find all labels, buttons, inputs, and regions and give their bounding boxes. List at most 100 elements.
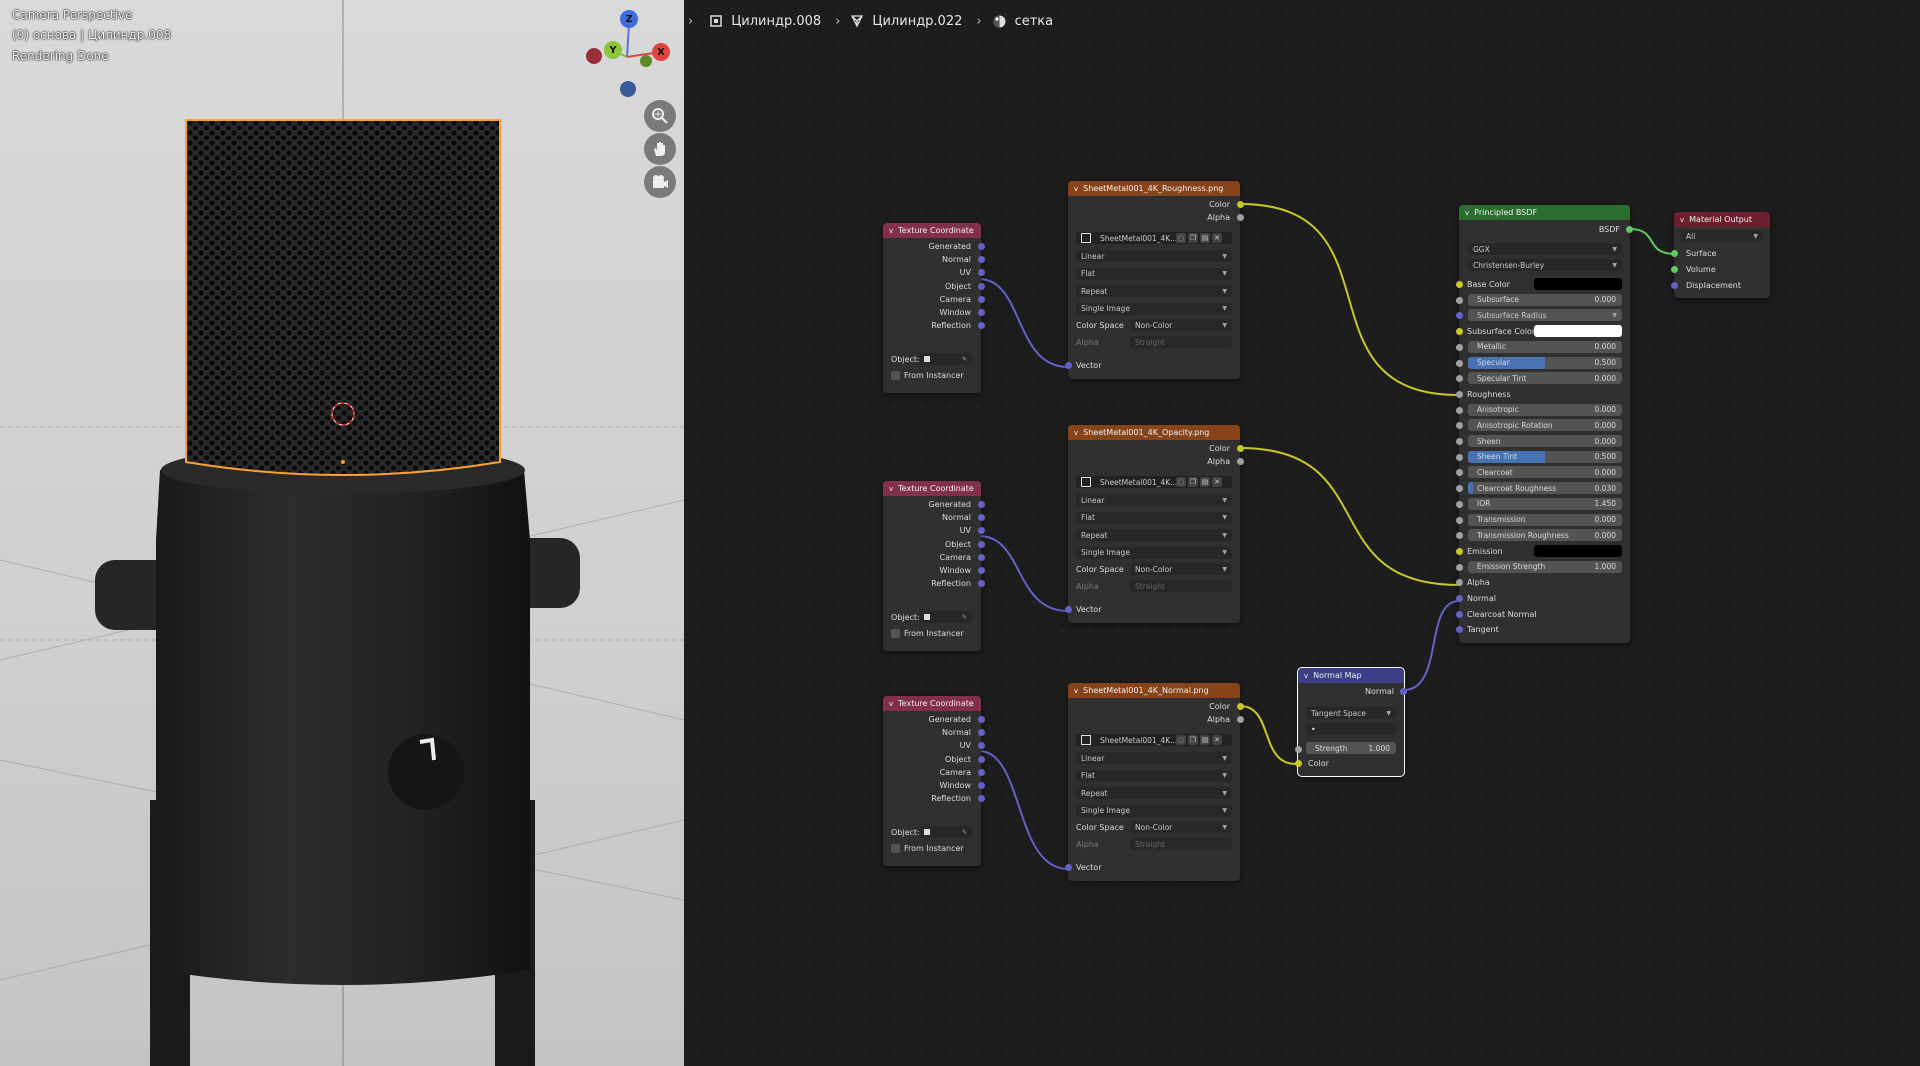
node-header[interactable]: v SheetMetal001_4K_Roughness.png [1068,181,1240,196]
output-socket[interactable] [978,795,985,803]
input-socket[interactable] [1456,485,1463,493]
input-socket[interactable] [1456,453,1463,461]
bsdf-slider[interactable]: Transmission 0.000 [1468,513,1622,526]
output-socket[interactable] [978,309,985,316]
subsurface-method-dropdown[interactable]: Christensen-Burley ▼ [1468,259,1622,271]
node-header[interactable]: v Texture Coordinate [883,696,981,711]
folder-icon[interactable]: ▤ [1200,233,1210,243]
uv-map-field[interactable]: • [1306,723,1396,735]
color-output-socket[interactable] [1237,703,1244,710]
node-header[interactable]: v Texture Coordinate [883,223,981,238]
chevron-down-icon[interactable]: v [1465,209,1469,217]
output-socket[interactable] [978,742,985,750]
output-socket[interactable] [978,540,985,548]
node-header[interactable]: v SheetMetal001_4K_Normal.png [1068,683,1240,698]
close-icon[interactable]: ✕ [1212,233,1222,243]
alpha-output-socket[interactable] [1237,458,1244,465]
texture-coordinate-node[interactable]: v Texture Coordinate Generated Normal UV Obje… [883,223,985,393]
emission-color-swatch[interactable] [1534,544,1622,557]
extension-dropdown[interactable]: Repeat ▼ [1076,787,1232,799]
subsurface-slider[interactable]: Subsurface 0.000 [1468,293,1622,306]
output-socket[interactable] [978,716,985,723]
surface-input-socket[interactable] [1671,250,1678,257]
chevron-down-icon[interactable]: v [1074,687,1078,695]
chevron-down-icon[interactable]: v [1074,429,1078,437]
bsdf-slider[interactable]: Anisotropic 0.000 [1468,403,1622,416]
color-input-socket[interactable] [1295,760,1302,767]
input-socket[interactable] [1456,422,1463,430]
zoom-icon[interactable] [644,100,676,132]
interpolation-dropdown[interactable]: Linear ▼ [1076,752,1232,764]
input-socket[interactable] [1456,500,1463,508]
eyedropper-icon[interactable]: ✎ [962,356,967,363]
duplicate-icon[interactable]: ❐ [1188,477,1198,487]
chevron-down-icon[interactable]: v [1304,672,1308,680]
extension-dropdown[interactable]: Repeat ▼ [1076,285,1232,297]
node-header[interactable]: v Normal Map [1298,668,1404,683]
output-socket[interactable] [978,527,985,535]
texture-coordinate-node[interactable]: v Texture Coordinate Generated Normal UV Obje… [883,696,985,866]
output-target-dropdown[interactable]: All ▼ [1681,230,1763,242]
node-header[interactable]: v Principled BSDF [1459,205,1630,220]
image-texture-node[interactable]: v SheetMetal001_4K_Normal.png Color Alpha Sh… [1065,683,1244,881]
output-socket[interactable] [978,295,985,303]
bsdf-slider[interactable]: Transmission Roughness 0.000 [1468,529,1622,542]
strength-input-socket[interactable] [1295,746,1302,753]
extension-dropdown[interactable]: Repeat ▼ [1076,529,1232,541]
color-output-socket[interactable] [1237,201,1244,208]
interpolation-dropdown[interactable]: Linear ▼ [1076,250,1232,262]
bsdf-slider[interactable]: Sheen 0.000 [1468,435,1622,447]
image-texture-node[interactable]: v SheetMetal001_4K_Opacity.png Color Alpha S… [1065,425,1244,623]
space-dropdown[interactable]: Tangent Space ▼ [1306,707,1396,719]
chevron-down-icon[interactable]: v [889,700,893,708]
emission-strength-slider[interactable]: Emission Strength 1.000 [1468,560,1622,573]
subsurface-radius-socket[interactable] [1456,312,1463,320]
chevron-down-icon[interactable]: v [889,227,893,235]
source-dropdown[interactable]: Single Image ▼ [1076,804,1232,817]
folder-icon[interactable]: ▤ [1200,477,1210,487]
input-socket[interactable] [1456,375,1463,383]
node-header[interactable]: v Texture Coordinate [883,481,981,496]
object-picker-field[interactable]: ✎ [919,826,972,838]
output-socket[interactable] [978,256,985,264]
gizmo-z-axis[interactable]: Z [620,10,638,28]
subsurface-color-swatch[interactable] [1534,325,1622,338]
principled-bsdf-node[interactable]: v Principled BSDF BSDF GGX ▼ Christensen-B… [1456,205,1633,643]
texture-coordinate-node[interactable]: v Texture Coordinate Generated Normal UV Obje… [883,481,985,651]
subsurface-socket[interactable] [1456,296,1463,304]
chevron-down-icon[interactable]: v [1074,185,1078,193]
material-output-node[interactable]: v Material Output All ▼ Surface Volume Dis… [1671,212,1770,298]
input-socket[interactable] [1456,532,1463,540]
color-space-dropdown[interactable]: Non-Color ▼ [1130,821,1232,833]
input-socket[interactable] [1456,469,1463,477]
gizmo-neg-z-axis[interactable] [620,81,636,97]
output-socket[interactable] [978,322,985,330]
output-socket[interactable] [978,580,985,588]
eyedropper-icon[interactable]: ✎ [962,829,967,836]
output-socket[interactable] [978,553,985,561]
bsdf-slider[interactable]: Specular Tint 0.000 [1468,372,1622,385]
bsdf-slider[interactable]: Metallic 0.000 [1468,340,1622,353]
normal-output-socket[interactable] [1400,688,1407,695]
output-socket[interactable] [978,768,985,776]
output-socket[interactable] [978,269,985,277]
bsdf-slider[interactable]: IOR 1.450 [1468,497,1622,510]
bsdf-slider[interactable]: Sheen Tint 0.500 [1468,450,1622,463]
color-space-dropdown[interactable]: Non-Color ▼ [1130,319,1232,331]
input-socket[interactable] [1456,406,1463,414]
output-socket[interactable] [978,282,985,290]
node-header[interactable]: v Material Output [1674,212,1770,227]
object-picker-field[interactable]: ✎ [919,611,972,623]
output-socket[interactable] [978,243,985,250]
projection-dropdown[interactable]: Flat ▼ [1076,769,1232,782]
3d-viewport[interactable]: Camera Perspective (0) основа | Цилиндр.… [0,0,684,1066]
output-socket[interactable] [978,755,985,763]
distribution-dropdown[interactable]: GGX ▼ [1468,243,1622,255]
color-space-dropdown[interactable]: Non-Color ▼ [1130,563,1232,575]
emission-strength-socket[interactable] [1456,563,1463,571]
gizmo-y-axis[interactable]: Y [604,41,622,59]
bsdf-slider[interactable]: Anisotropic Rotation 0.000 [1468,419,1622,432]
chevron-down-icon[interactable]: v [889,485,893,493]
source-dropdown[interactable]: Single Image ▼ [1076,302,1232,315]
strength-slider[interactable]: Strength 1.000 [1306,742,1396,754]
